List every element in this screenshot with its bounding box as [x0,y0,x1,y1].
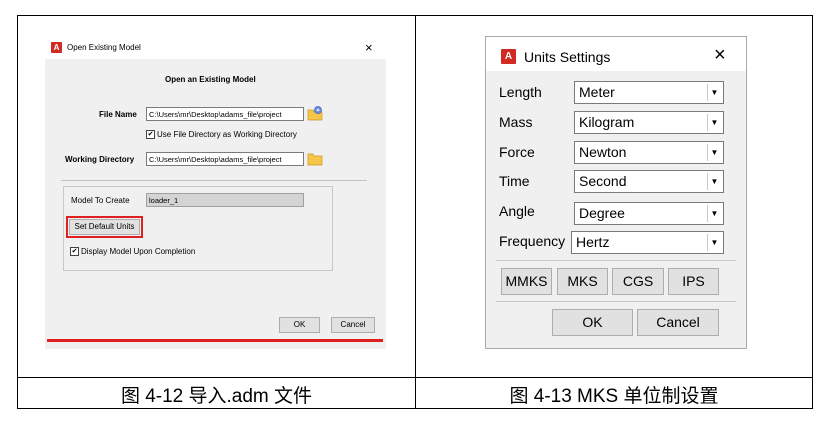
working-dir-label: Working Directory [65,155,135,164]
chevron-down-icon[interactable]: ▼ [707,234,721,251]
force-value: Newton [579,144,627,160]
display-model-checkbox[interactable]: ✔ [70,247,79,256]
open-existing-model-dialog: A Open Existing Model × Open an Existing… [45,37,386,349]
ok-button[interactable]: OK [279,317,320,333]
force-select[interactable]: Newton ▼ [574,141,724,164]
file-name-field[interactable]: C:\Users\mr\Desktop\adams_file\project [146,107,304,121]
units-settings-dialog: A Units Settings × Length Meter ▼ Mass Ki… [485,36,747,349]
model-to-create-field[interactable]: loader_1 [146,193,304,207]
display-model-label: Display Model Upon Completion [81,247,196,256]
length-value: Meter [579,84,615,100]
angle-value: Degree [579,205,625,221]
use-file-dir-label: Use File Directory as Working Directory [157,130,297,139]
angle-select[interactable]: Degree ▼ [574,202,724,225]
app-icon: A [51,42,62,53]
close-icon[interactable]: × [714,44,726,67]
cgs-button[interactable]: CGS [612,268,664,295]
chevron-down-icon[interactable]: ▼ [707,84,721,101]
dialog-heading: Open an Existing Model [165,75,256,84]
frequency-value: Hertz [576,234,610,250]
use-file-dir-checkbox[interactable]: ✔ [146,130,155,139]
mass-select[interactable]: Kilogram ▼ [574,111,724,134]
cancel-button[interactable]: Cancel [637,309,719,336]
dialog-titlebar: A Open Existing Model × [45,37,386,59]
chevron-down-icon[interactable]: ▼ [707,205,721,222]
separator [496,301,736,302]
ok-button[interactable]: OK [552,309,633,336]
folder-icon[interactable] [307,150,323,166]
dialog-body: Open an Existing Model File Name C:\User… [45,59,386,349]
angle-label: Angle [499,203,535,219]
app-icon: A [501,49,516,64]
mass-value: Kilogram [579,114,635,130]
dialog-title: Units Settings [524,49,611,65]
length-label: Length [499,84,542,100]
time-select[interactable]: Second ▼ [574,170,724,193]
force-label: Force [499,144,535,160]
bottom-red-bar [47,339,383,342]
separator [61,180,367,181]
chevron-down-icon[interactable]: ▼ [707,173,721,190]
frequency-label: Frequency [499,233,566,249]
mmks-button[interactable]: MMKS [501,268,552,295]
file-name-label: File Name [99,110,137,119]
ips-button[interactable]: IPS [668,268,719,295]
frequency-select[interactable]: Hertz ▼ [571,231,724,254]
dialog-body: Length Meter ▼ Mass Kilogram ▼ Force Newto… [486,71,746,348]
chevron-down-icon[interactable]: ▼ [707,114,721,131]
separator [496,260,736,261]
chevron-down-icon[interactable]: ▼ [707,144,721,161]
mass-label: Mass [499,114,533,130]
caption-left: 图 4-12 导入.adm 文件 [120,386,313,407]
time-label: Time [499,173,530,189]
set-default-units-button[interactable]: Set Default Units [69,219,140,235]
model-to-create-label: Model To Create [71,196,130,205]
table-border-center [415,15,416,409]
cancel-button[interactable]: Cancel [331,317,375,333]
caption-right: 图 4-13 MKS 单位制设置 [509,386,719,407]
browse-file-icon[interactable] [307,105,323,121]
mks-button[interactable]: MKS [557,268,608,295]
time-value: Second [579,173,627,189]
length-select[interactable]: Meter ▼ [574,81,724,104]
working-dir-field[interactable]: C:\Users\mr\Desktop\adams_file\project [146,152,304,166]
table-border-right [812,15,813,409]
table-border-left [17,15,18,409]
dialog-title: Open Existing Model [67,43,141,52]
close-icon[interactable]: × [365,40,373,55]
